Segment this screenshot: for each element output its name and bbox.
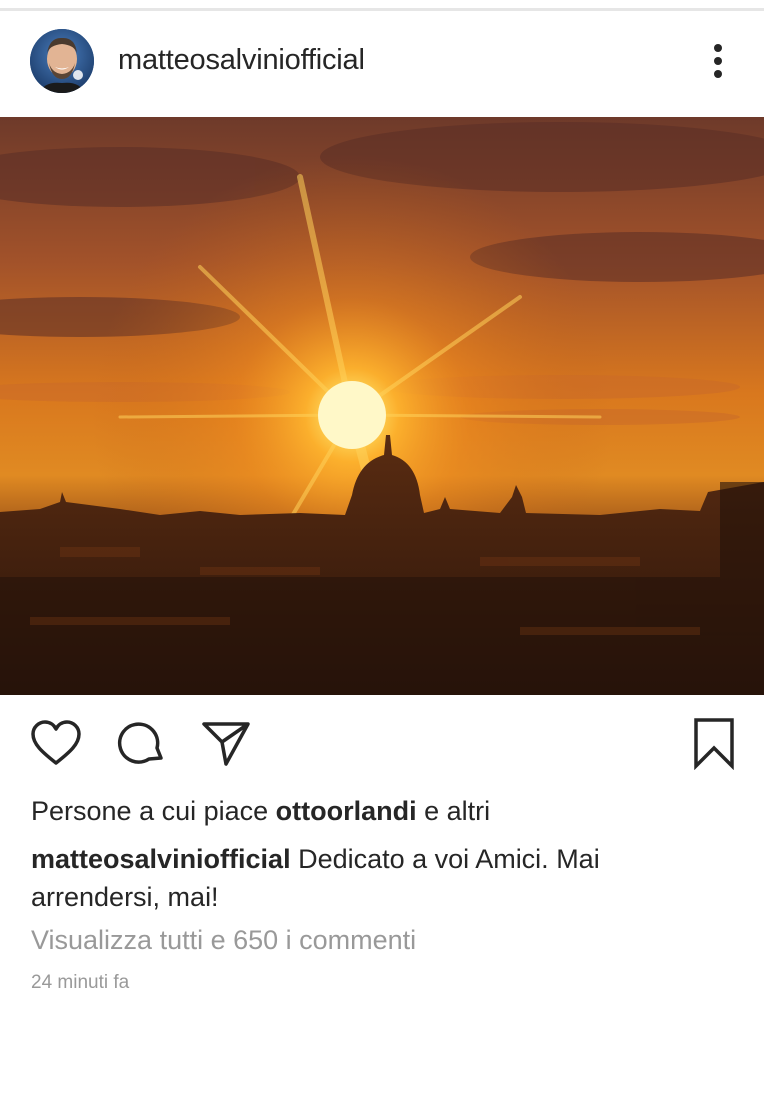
profile-avatar-icon (30, 29, 94, 93)
more-options-button[interactable] (700, 39, 736, 83)
comment-icon (117, 722, 163, 764)
more-vertical-icon (714, 44, 722, 78)
share-button[interactable] (198, 715, 254, 771)
like-button[interactable] (28, 715, 84, 771)
caption-username[interactable]: matteosalviniofficial (31, 844, 291, 874)
heart-icon (31, 720, 81, 765)
save-button[interactable] (686, 715, 742, 771)
post-caption: matteosalviniofficial Dedicato a voi Ami… (31, 840, 731, 916)
status-divider (0, 0, 764, 11)
likes-suffix[interactable]: e altri (417, 796, 490, 826)
send-icon (202, 722, 250, 766)
bookmark-icon (694, 718, 734, 770)
likes-summary: Persone a cui piace ottoorlandi e altri (31, 796, 490, 827)
comment-button[interactable] (114, 715, 170, 771)
view-all-comments-link[interactable]: Visualizza tutti e 650 i commenti (31, 925, 416, 956)
post-photo[interactable] (0, 117, 764, 695)
avatar[interactable] (30, 29, 94, 93)
liked-by-user[interactable]: ottoorlandi (276, 796, 417, 826)
post-header: matteosalviniofficial (0, 11, 764, 117)
likes-prefix: Persone a cui piace (31, 796, 276, 826)
sunset-photo (0, 117, 764, 695)
username[interactable]: matteosalviniofficial (118, 44, 365, 77)
action-bar (0, 695, 764, 790)
post-timestamp: 24 minuti fa (31, 972, 130, 993)
